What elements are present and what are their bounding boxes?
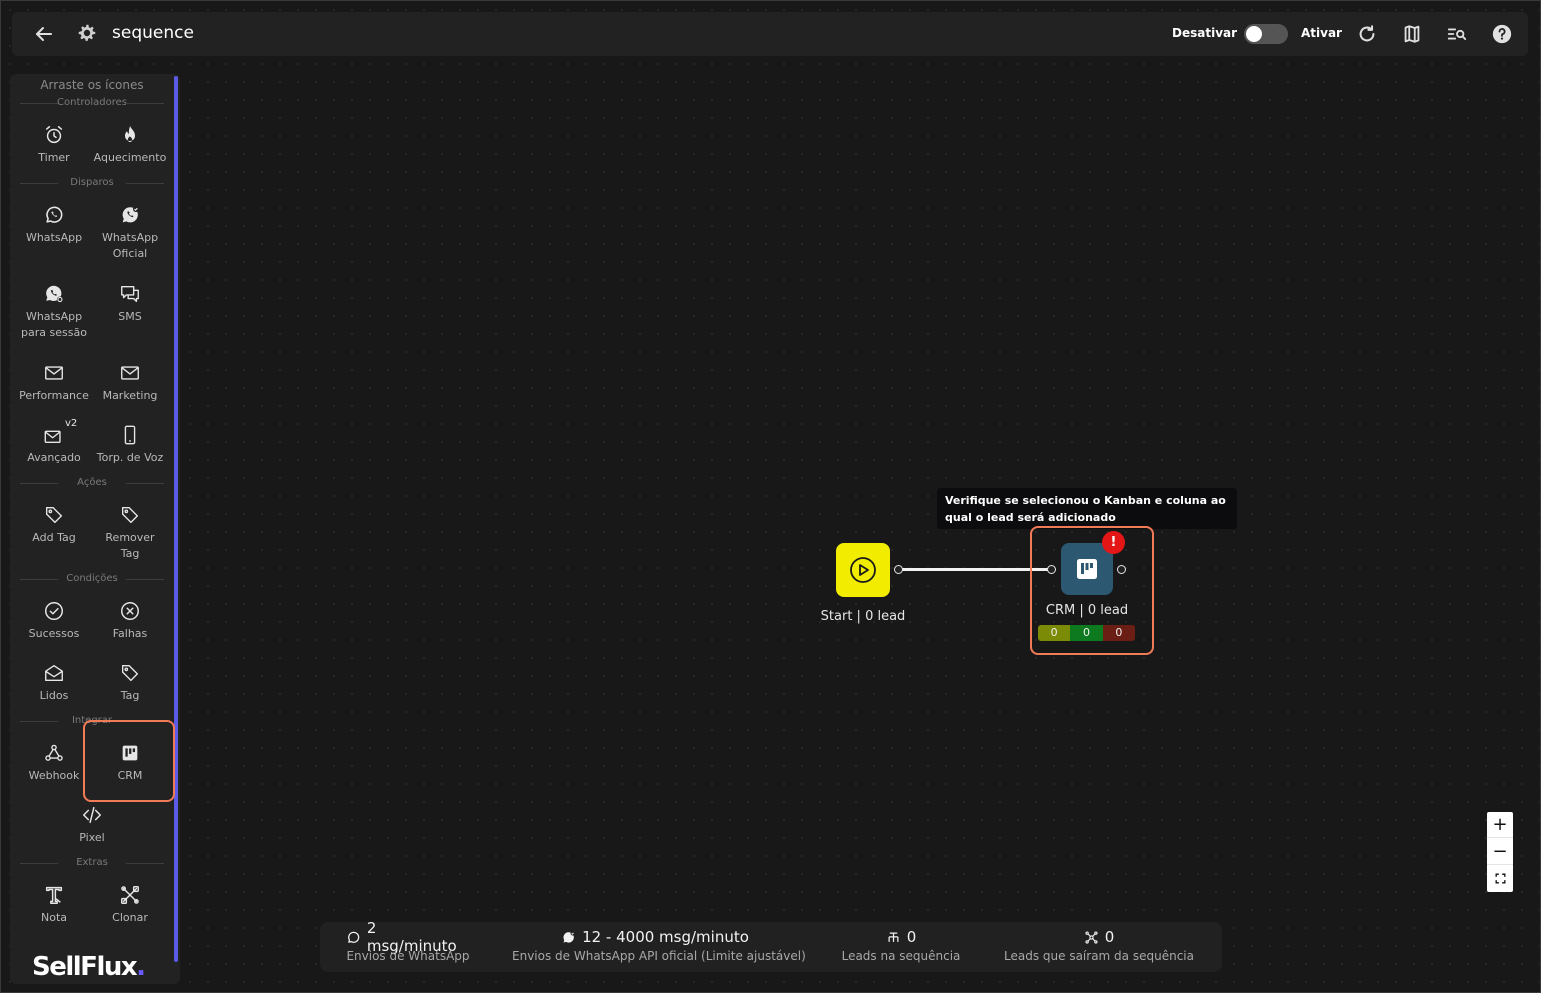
toggle-knob (1246, 26, 1262, 42)
top-bar: sequence Desativar Ativar (12, 12, 1528, 56)
counter-success: 0 (1070, 625, 1103, 641)
crm-node-label: CRM | 0 lead (1045, 603, 1129, 618)
flow-canvas[interactable] (0, 0, 1541, 993)
tool-timer[interactable]: Timer (16, 124, 92, 166)
crm-warning-tooltip: Verifique se selecionou o Kanban e colun… (937, 488, 1237, 529)
stat-leads-exited: 0 Leads que saíram da sequência (1004, 928, 1194, 963)
section-acoes: Ações (20, 477, 164, 489)
tools-cross-icon (121, 886, 139, 904)
mobile-phone-icon (124, 425, 136, 445)
map-icon[interactable] (1401, 23, 1423, 45)
mail-icon (121, 366, 139, 380)
tool-whatsapp-oficial[interactable]: WhatsApp Oficial (92, 204, 168, 262)
x-circle-icon (121, 602, 139, 620)
stat-whatsapp-api-rate: 12 - 4000 msg/minuto Envios de WhatsApp … (512, 928, 806, 963)
connection-edge[interactable] (901, 568, 1050, 571)
zoom-out-button[interactable]: − (1487, 839, 1513, 865)
exit-network-icon (1085, 930, 1098, 944)
tag-icon (121, 664, 139, 682)
tool-remover-tag[interactable]: Remover Tag (92, 504, 168, 562)
section-controladores: Controladores (20, 97, 164, 109)
counter-pending: 0 (1038, 625, 1071, 641)
whatsapp-official-icon (563, 930, 575, 943)
whatsapp-official-icon (122, 206, 139, 223)
crm-tool-highlight (83, 720, 175, 802)
flame-icon (124, 125, 136, 143)
refresh-icon[interactable] (1356, 23, 1378, 45)
tool-aquecimento[interactable]: Aquecimento (92, 124, 168, 166)
activate-label: Ativar (1301, 26, 1342, 40)
tag-icon (121, 506, 139, 524)
crm-node-counters: 0 0 0 (1038, 625, 1135, 641)
gear-icon[interactable] (76, 22, 98, 44)
start-output-handle[interactable] (894, 565, 903, 574)
section-disparos: Disparos (20, 177, 164, 189)
chat-bubbles-icon (121, 285, 139, 303)
sidebar-scrollbar[interactable] (174, 76, 178, 962)
sellflux-logo: SellFlux. (32, 952, 146, 982)
activation-toggle[interactable] (1244, 24, 1288, 44)
section-extras: Extras (20, 857, 164, 869)
mail-icon (45, 366, 63, 380)
tool-add-tag[interactable]: Add Tag (16, 504, 92, 546)
search-list-icon[interactable] (1446, 23, 1468, 45)
help-icon[interactable] (1491, 23, 1513, 45)
fit-view-button[interactable] (1487, 866, 1513, 892)
code-icon (83, 806, 101, 824)
hierarchy-icon (888, 932, 899, 942)
whatsapp-icon (46, 206, 63, 223)
tool-falhas[interactable]: Falhas (92, 600, 168, 642)
v2-badge: v2 (65, 418, 78, 429)
section-condicoes: Condições (20, 573, 164, 585)
webhook-icon (45, 744, 63, 761)
kanban-board-icon (1077, 559, 1097, 579)
tool-sms[interactable]: SMS (92, 283, 168, 325)
tool-avancado[interactable]: v2 Avançado (16, 418, 92, 466)
counter-failed: 0 (1102, 625, 1135, 641)
stats-bar: 2 msg/minuto Envios de WhatsApp 12 - 400… (320, 919, 1222, 972)
tool-lidos[interactable]: Lidos (16, 662, 92, 704)
tools-sidebar: Arraste os ícones Controladores Timer Aq… (10, 74, 180, 984)
alarm-clock-icon (45, 126, 63, 144)
sidebar-heading: Arraste os ícones (40, 78, 144, 92)
stat-leads-in-sequence: 0 Leads na sequência (841, 928, 961, 963)
tool-webhook[interactable]: Webhook (16, 742, 92, 784)
tool-performance[interactable]: Performance (16, 362, 92, 404)
stat-whatsapp-rate: 2 msg/minuto Envios de WhatsApp (346, 919, 470, 963)
tool-tag[interactable]: Tag (92, 662, 168, 704)
zoom-controls: + − (1487, 812, 1513, 892)
tool-marketing[interactable]: Marketing (92, 362, 168, 404)
fit-view-icon (1495, 873, 1505, 884)
mail-v2-icon (44, 430, 61, 444)
tool-pixel[interactable]: Pixel (54, 804, 130, 846)
check-circle-icon (45, 602, 63, 620)
open-mail-icon (45, 664, 63, 682)
tool-clonar[interactable]: Clonar (92, 884, 168, 926)
tool-sucessos[interactable]: Sucessos (16, 600, 92, 642)
whatsapp-icon (348, 931, 360, 943)
zoom-in-button[interactable]: + (1487, 812, 1513, 838)
back-arrow-icon[interactable] (32, 22, 56, 46)
deactivate-label: Desativar (1172, 26, 1238, 40)
start-node-label: Start | 0 lead (820, 609, 906, 624)
whatsapp-session-icon (46, 285, 63, 303)
tool-whatsapp-sessao[interactable]: WhatsApp para sessão (16, 283, 92, 341)
start-node[interactable] (836, 543, 890, 597)
text-note-icon (45, 886, 63, 904)
tool-whatsapp[interactable]: WhatsApp (16, 204, 92, 246)
play-circle-icon (850, 557, 876, 583)
tool-nota[interactable]: Nota (16, 884, 92, 926)
tool-torpedo-voz[interactable]: Torp. de Voz (92, 424, 168, 466)
error-alert-badge[interactable]: ! (1102, 531, 1125, 554)
page-title: sequence (112, 23, 194, 43)
tag-icon (45, 506, 63, 524)
